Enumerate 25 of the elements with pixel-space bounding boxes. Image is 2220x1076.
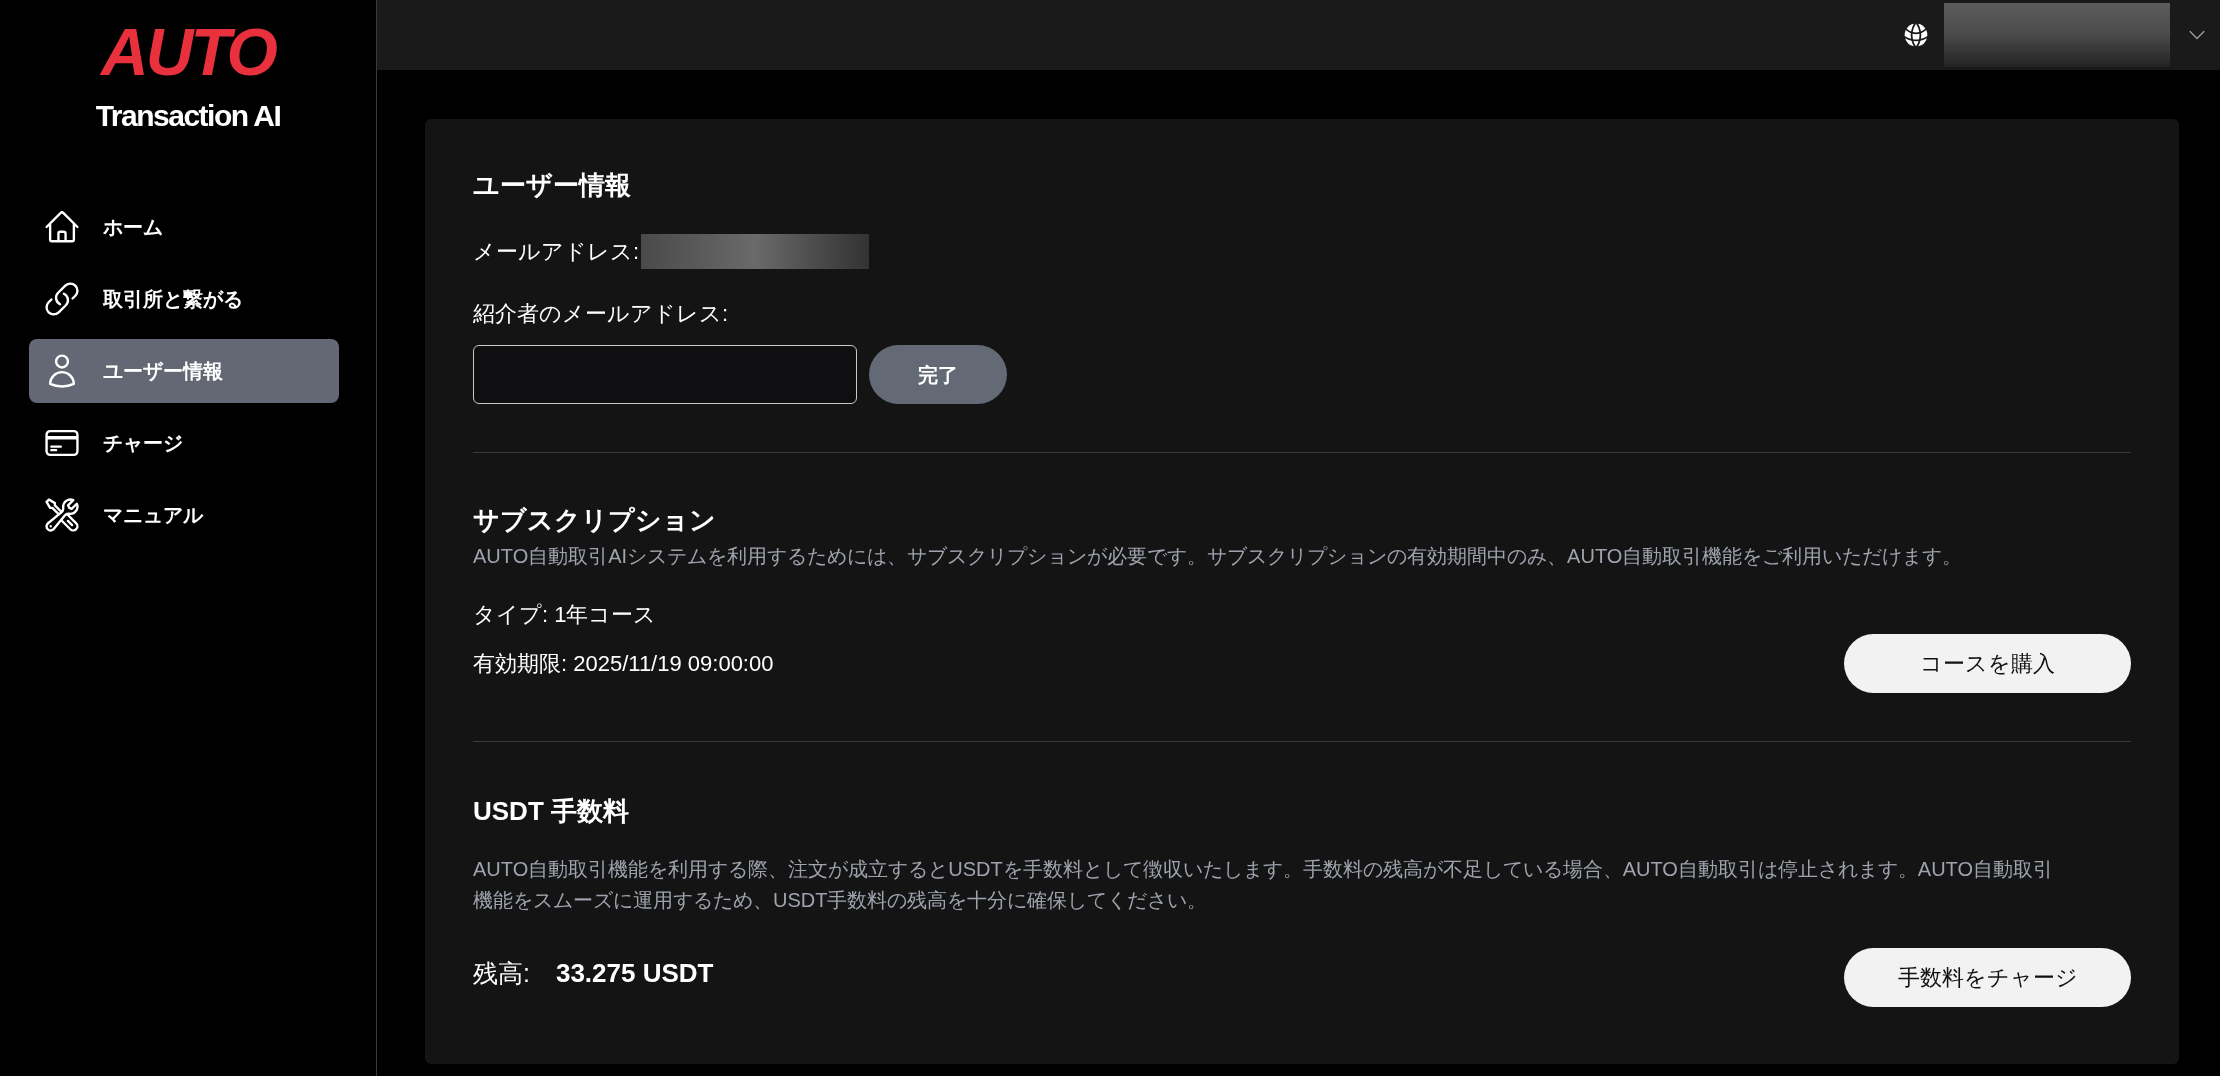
section-title: サブスクリプション [473, 504, 717, 537]
sidebar-item[interactable]: マニュアル [29, 483, 339, 547]
sidebar-item[interactable]: 取引所と繋がる [29, 267, 339, 331]
plan-type-text: タイプ: 1年コース [473, 601, 658, 629]
description-text: AUTO自動取引AIシステムを利用するためには、サブスクリプションが必要です。サブスクリプションの有効期間中のみ、AUTO自動取引機能をご利用いただけます。 [473, 544, 1964, 569]
section-title: ユーザー情報 [473, 169, 632, 202]
charge-fee-button[interactable]: 手数料をチャージ [1844, 948, 2131, 1007]
description-text: AUTO自動取引機能を利用する際、注文が成立するとUSDTを手数料として徴収いたします。手数料の残高が不足している場合、AUTO自動取引は停止されます。AUTO自動取引機能をスムーズに運用するため、USDT手数料の残高を十分に確保してください。 [473, 857, 2055, 913]
tools-icon [43, 496, 81, 534]
submit-button[interactable]: 完了 [869, 345, 1007, 404]
balance-label: 残高: [473, 957, 530, 989]
expiry-date-text: 有効期限: 2025/11/19 09:00:00 [473, 649, 774, 678]
referrer-email-input[interactable] [473, 345, 857, 404]
email-label: メールアドレス: [473, 237, 640, 266]
balance-value: 33.275 USDT [555, 956, 714, 989]
logo-subtitle: Transaction AI [95, 98, 281, 134]
sidebar-item[interactable]: チャージ [29, 411, 339, 475]
globe-icon[interactable] [1902, 21, 1930, 49]
purchase-course-button[interactable]: コースを購入 [1844, 634, 2131, 693]
link-icon [43, 280, 81, 318]
referrer-email-label: 紹介者のメールアドレス: [473, 300, 730, 328]
section-title: USDT 手数料 [473, 795, 630, 828]
sidebar-item[interactable]: ホーム [29, 195, 339, 259]
logo-text: AUTO [101, 14, 275, 90]
sidebar-item[interactable]: ユーザー情報 [29, 339, 339, 403]
